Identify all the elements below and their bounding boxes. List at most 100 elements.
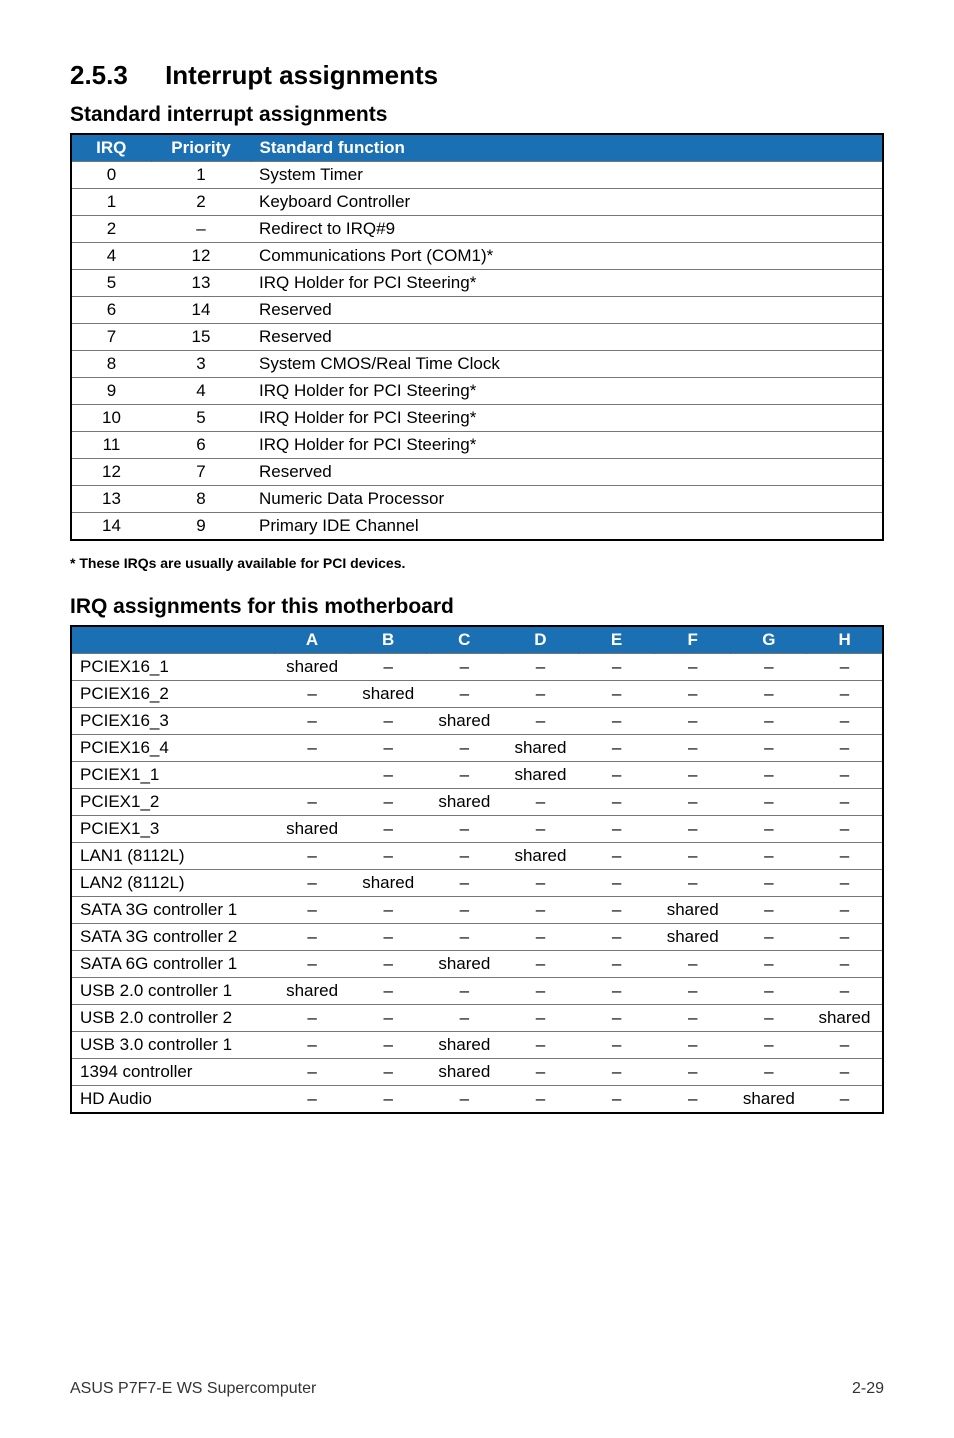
table-cell: 9 [71,378,151,405]
table-cell: – [350,1059,426,1086]
table-cell: – [274,1059,350,1086]
table-cell: – [426,816,502,843]
table-cell: – [426,978,502,1005]
table-cell: – [274,735,350,762]
table-cell: shared [502,735,578,762]
table-cell: – [579,843,655,870]
table-cell: – [731,816,807,843]
table-row: PCIEX16_3––shared––––– [71,708,883,735]
table-cell: IRQ Holder for PCI Steering* [251,378,883,405]
table-cell: SATA 3G controller 1 [71,897,274,924]
table-cell: – [426,654,502,681]
table-cell: – [350,762,426,789]
table-cell: 11 [71,432,151,459]
table-cell: – [731,924,807,951]
table-cell: – [350,924,426,951]
table-cell: – [350,897,426,924]
table-cell: – [579,897,655,924]
table-row: LAN1 (8112L)–––shared–––– [71,843,883,870]
table-cell: – [274,1086,350,1114]
table-cell: – [579,762,655,789]
table-cell: – [579,1005,655,1032]
table-cell: – [655,1005,731,1032]
table-cell: 14 [71,513,151,541]
table-cell: – [655,870,731,897]
table-cell: PCIEX1_1 [71,762,274,789]
table-cell: System Timer [251,162,883,189]
table-cell: System CMOS/Real Time Clock [251,351,883,378]
table-cell: 4 [71,243,151,270]
table-cell: shared [426,789,502,816]
table-cell: shared [274,816,350,843]
table-cell: 4 [151,378,251,405]
table-cell: 5 [71,270,151,297]
table-cell: – [579,654,655,681]
table-cell: – [655,735,731,762]
table-cell: – [579,708,655,735]
table-cell: – [807,924,883,951]
table-cell: – [502,951,578,978]
table-cell: – [274,681,350,708]
table-cell: 8 [71,351,151,378]
table-cell: – [350,816,426,843]
table-cell: 13 [151,270,251,297]
table-cell: – [426,681,502,708]
table-cell: – [731,762,807,789]
table-cell: 7 [151,459,251,486]
table-cell: – [807,870,883,897]
table-cell: – [807,1059,883,1086]
table-cell: – [274,870,350,897]
table-cell: – [579,1059,655,1086]
table-cell: 0 [71,162,151,189]
table-cell: – [274,924,350,951]
table-row: USB 3.0 controller 1––shared––––– [71,1032,883,1059]
col-h: H [807,626,883,654]
table-cell: – [731,789,807,816]
table-cell: – [807,1086,883,1114]
table-cell: – [502,978,578,1005]
table-cell: – [731,1032,807,1059]
table-cell: – [807,843,883,870]
table-cell: – [426,924,502,951]
table-row: 412Communications Port (COM1)* [71,243,883,270]
table-cell: – [502,789,578,816]
table-cell: shared [274,978,350,1005]
table-cell: 5 [151,405,251,432]
table-cell: – [731,654,807,681]
table-cell: – [579,681,655,708]
table-cell: 10 [71,405,151,432]
table-row: USB 2.0 controller 1shared––––––– [71,978,883,1005]
section-title: Interrupt assignments [165,60,438,90]
table-cell: – [655,681,731,708]
table-row: 715Reserved [71,324,883,351]
table-cell: – [502,924,578,951]
col-e: E [579,626,655,654]
table-cell: PCIEX16_2 [71,681,274,708]
table-row: PCIEX16_1shared––––––– [71,654,883,681]
table-cell: – [655,1059,731,1086]
col-irq: IRQ [71,134,151,162]
table-cell: Reserved [251,297,883,324]
table-cell: PCIEX16_4 [71,735,274,762]
table-cell: USB 2.0 controller 1 [71,978,274,1005]
table-cell: shared [807,1005,883,1032]
table-cell: – [731,951,807,978]
standard-irq-table: IRQ Priority Standard function 01System … [70,133,884,541]
table-cell: Redirect to IRQ#9 [251,216,883,243]
table-cell: – [655,789,731,816]
table-cell: LAN2 (8112L) [71,870,274,897]
table-cell: PCIEX1_2 [71,789,274,816]
table-cell: – [579,870,655,897]
table-cell: shared [655,924,731,951]
table-cell: – [502,1059,578,1086]
table-cell: – [731,897,807,924]
footer-left: ASUS P7F7-E WS Supercomputer [70,1380,316,1398]
table-cell: – [274,897,350,924]
table-cell: 12 [151,243,251,270]
table-cell: Numeric Data Processor [251,486,883,513]
table-cell: 14 [151,297,251,324]
table-cell: Reserved [251,324,883,351]
table-cell: – [426,735,502,762]
table-cell: USB 2.0 controller 2 [71,1005,274,1032]
table-cell: 9 [151,513,251,541]
